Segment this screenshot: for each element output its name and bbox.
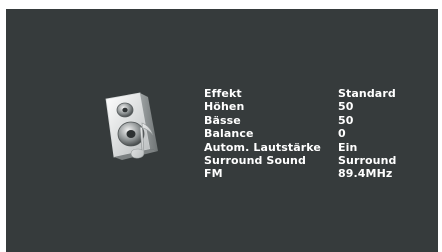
settings-row-balance[interactable]: Balance 0 <box>204 127 432 140</box>
sound-settings-screen: Effekt Standard Höhen 50 Bässe 50 Balanc… <box>6 9 438 252</box>
settings-row-surround-sound[interactable]: Surround Sound Surround <box>204 154 432 167</box>
setting-label-surround-sound: Surround Sound <box>204 153 306 167</box>
setting-value-autom-lautstaerke: Ein <box>338 140 358 154</box>
setting-value-balance: 0 <box>338 127 346 141</box>
settings-row-effekt[interactable]: Effekt Standard <box>204 87 432 100</box>
sound-settings-list: Effekt Standard Höhen 50 Bässe 50 Balanc… <box>204 87 432 181</box>
setting-label-autom-lautstaerke: Autom. Lautstärke <box>204 140 321 154</box>
setting-label-balance: Balance <box>204 127 254 141</box>
settings-row-fm[interactable]: FM 89.4MHz <box>204 167 432 180</box>
speaker-music-note-icon <box>92 89 170 169</box>
setting-value-fm: 89.4MHz <box>338 167 393 181</box>
setting-value-surround-sound: Surround <box>338 153 397 167</box>
setting-value-effekt: Standard <box>338 87 396 100</box>
setting-label-fm: FM <box>204 167 223 181</box>
osd-frame: Effekt Standard Höhen 50 Bässe 50 Balanc… <box>0 0 442 252</box>
setting-value-baesse: 50 <box>338 113 354 127</box>
setting-label-hoehen: Höhen <box>204 100 245 114</box>
setting-label-effekt: Effekt <box>204 87 242 100</box>
setting-value-hoehen: 50 <box>338 100 354 114</box>
setting-label-baesse: Bässe <box>204 113 241 127</box>
settings-row-autom-lautstaerke[interactable]: Autom. Lautstärke Ein <box>204 141 432 154</box>
settings-row-baesse[interactable]: Bässe 50 <box>204 114 432 127</box>
settings-row-hoehen[interactable]: Höhen 50 <box>204 100 432 113</box>
